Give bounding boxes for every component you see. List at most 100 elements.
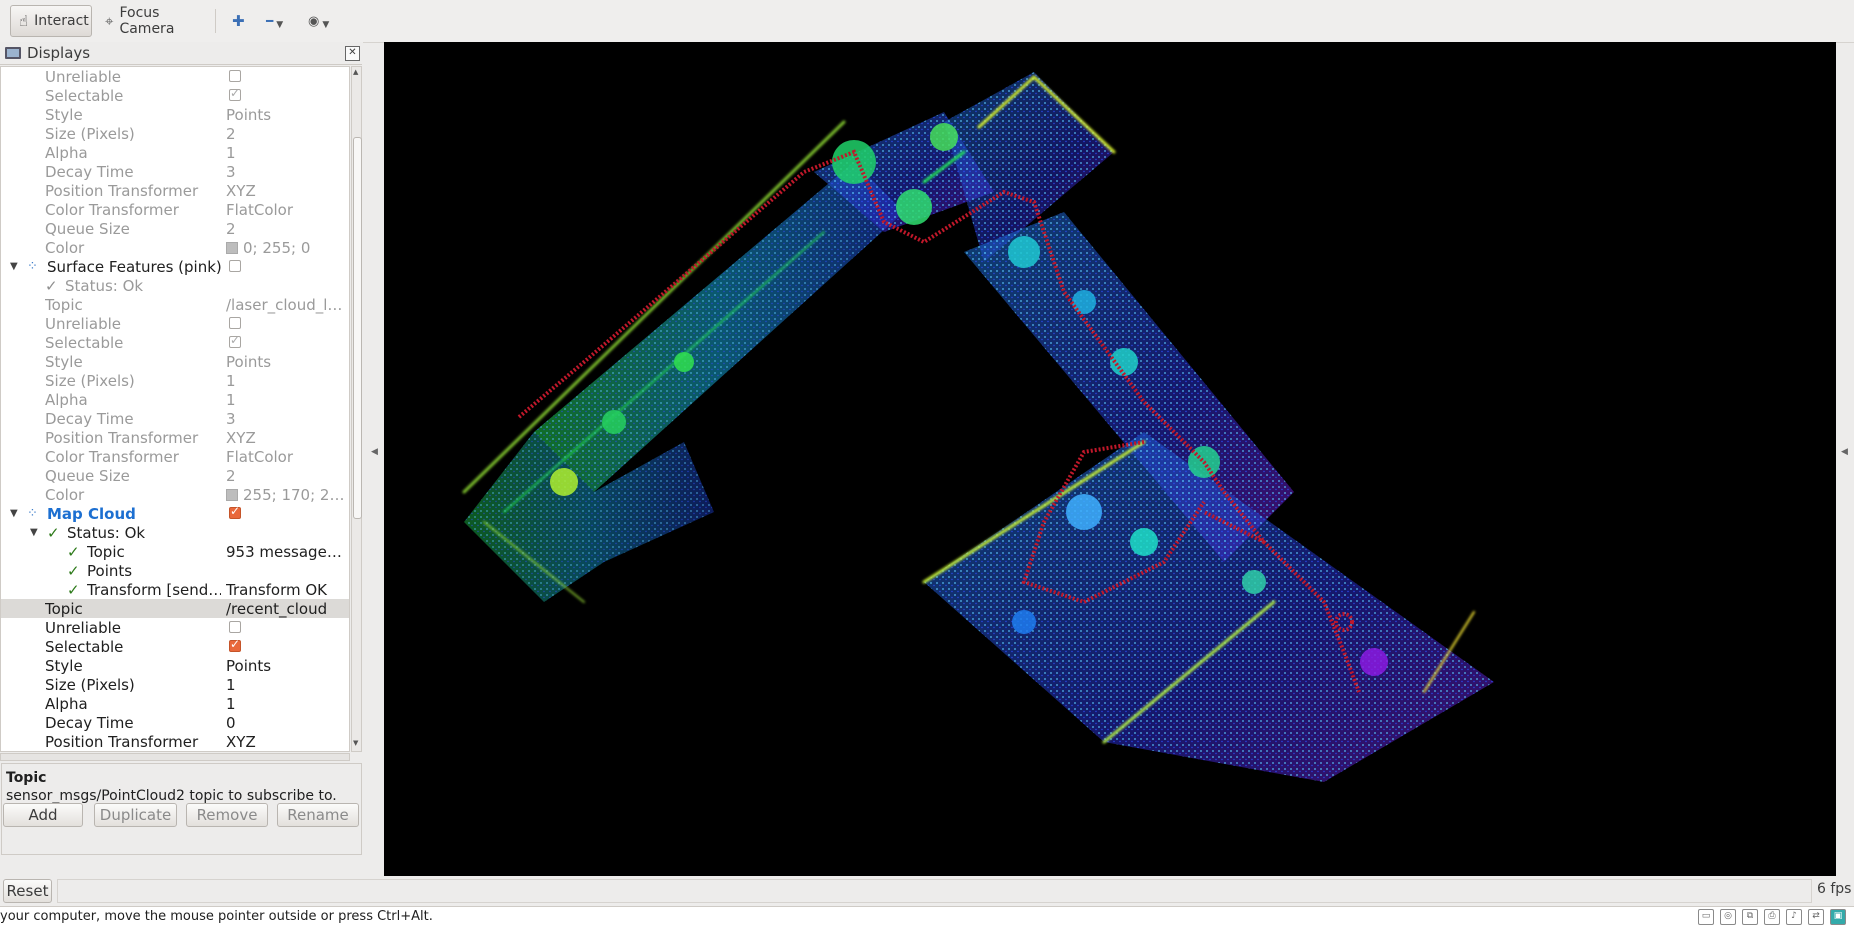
property-row[interactable]: Size (Pixels) 2 bbox=[1, 124, 349, 143]
row-value[interactable]: /recent_cloud bbox=[226, 600, 348, 618]
displays-tree-scrollbar[interactable]: ▲ ▼ bbox=[351, 66, 362, 752]
property-row[interactable]: Selectable bbox=[1, 86, 349, 105]
property-row[interactable]: Color Transformer FlatColor bbox=[1, 200, 349, 219]
view-tool-button[interactable]: ◉ ▼ bbox=[308, 10, 348, 32]
expand-arrow-icon[interactable]: ▼ bbox=[30, 527, 38, 538]
checkbox[interactable] bbox=[229, 317, 241, 329]
checkbox[interactable] bbox=[229, 260, 241, 272]
render-view[interactable] bbox=[384, 42, 1836, 876]
checkbox[interactable] bbox=[229, 637, 241, 652]
row-value[interactable]: 2 bbox=[226, 467, 348, 485]
printer-icon[interactable]: ⎙ bbox=[1764, 909, 1780, 925]
horizontal-scrollbar[interactable] bbox=[0, 753, 350, 761]
row-value[interactable]: 0; 255; 0 bbox=[226, 239, 348, 257]
row-value[interactable]: FlatColor bbox=[226, 201, 348, 219]
row-value[interactable]: 3 bbox=[226, 410, 348, 428]
audio-icon[interactable]: ♪ bbox=[1786, 909, 1802, 925]
row-label: Topic bbox=[45, 599, 83, 618]
focus-camera-button[interactable]: ⌖ Focus Camera bbox=[97, 5, 209, 37]
checkbox[interactable] bbox=[229, 70, 241, 82]
property-row[interactable]: Alpha 1 bbox=[1, 694, 349, 713]
add-display-button[interactable]: Add bbox=[3, 803, 83, 827]
row-value[interactable]: 1 bbox=[226, 676, 348, 694]
close-icon[interactable]: ✕ bbox=[345, 46, 360, 61]
scroll-down-icon[interactable]: ▼ bbox=[353, 739, 358, 747]
property-row[interactable]: Alpha 1 bbox=[1, 390, 349, 409]
property-row[interactable]: Unreliable bbox=[1, 314, 349, 333]
row-value[interactable]: XYZ bbox=[226, 733, 348, 751]
row-value[interactable]: Points bbox=[226, 657, 348, 675]
property-row[interactable]: Topic/recent_cloud bbox=[1, 599, 349, 618]
remove-tool-button[interactable]: ━ ▼ bbox=[266, 10, 306, 32]
right-splitter[interactable]: ◀ bbox=[1836, 42, 1854, 877]
expand-arrow-icon[interactable]: ▼ bbox=[10, 261, 18, 272]
row-value[interactable]: Points bbox=[226, 106, 348, 124]
property-row[interactable]: Position Transformer XYZ bbox=[1, 181, 349, 200]
row-value[interactable]: 2 bbox=[226, 125, 348, 143]
collapse-left-icon[interactable]: ◀ bbox=[371, 447, 378, 457]
checkbox[interactable] bbox=[229, 333, 241, 348]
row-value[interactable]: XYZ bbox=[226, 182, 348, 200]
display-item[interactable]: ▼ ⁘ Surface Features (pink) bbox=[1, 257, 349, 276]
row-value[interactable]: Points bbox=[226, 353, 348, 371]
status-row[interactable]: ✓ Topic 953 messages … bbox=[1, 542, 349, 561]
checkbox[interactable] bbox=[229, 86, 241, 101]
property-row[interactable]: Style Points bbox=[1, 656, 349, 675]
checkbox[interactable] bbox=[229, 504, 241, 519]
scrollbar-thumb[interactable] bbox=[353, 137, 362, 519]
property-row[interactable]: Color 0; 255; 0 bbox=[1, 238, 349, 257]
property-row[interactable]: Alpha 1 bbox=[1, 143, 349, 162]
remove-display-button[interactable]: Remove bbox=[186, 803, 268, 827]
row-value[interactable]: 3 bbox=[226, 163, 348, 181]
panel-splitter[interactable]: ◀ bbox=[364, 42, 384, 877]
network-icon[interactable]: ⧉ bbox=[1742, 909, 1758, 925]
property-row[interactable]: Unreliable bbox=[1, 67, 349, 86]
disk-icon[interactable]: ▭ bbox=[1698, 909, 1714, 925]
property-row[interactable]: Size (Pixels) 1 bbox=[1, 371, 349, 390]
collapse-right-icon[interactable]: ◀ bbox=[1841, 447, 1848, 457]
property-row[interactable]: Color Transformer FlatColor bbox=[1, 447, 349, 466]
status-row[interactable]: ✓ Transform [send… Transform OK bbox=[1, 580, 349, 599]
property-row[interactable]: Position Transformer XYZ bbox=[1, 428, 349, 447]
property-row[interactable]: Style Points bbox=[1, 105, 349, 124]
cd-icon[interactable]: ◎ bbox=[1720, 909, 1736, 925]
row-value[interactable]: Transform OK bbox=[226, 581, 348, 599]
property-row[interactable]: Selectable bbox=[1, 637, 349, 656]
checkbox[interactable] bbox=[229, 621, 241, 633]
property-row[interactable]: Selectable bbox=[1, 333, 349, 352]
status-row[interactable]: ✓ Status: Ok bbox=[1, 276, 349, 295]
scroll-up-icon[interactable]: ▲ bbox=[353, 68, 358, 76]
interact-button[interactable]: ☝ Interact bbox=[10, 5, 92, 37]
row-value[interactable]: 0 bbox=[226, 714, 348, 732]
row-value[interactable]: 1 bbox=[226, 695, 348, 713]
property-row[interactable]: Style Points bbox=[1, 352, 349, 371]
row-value[interactable]: XYZ bbox=[226, 429, 348, 447]
row-value[interactable]: 255; 170; 255 bbox=[226, 486, 348, 504]
reset-button[interactable]: Reset bbox=[3, 879, 52, 903]
display-item[interactable]: ▼ ⁘ Map Cloud bbox=[1, 504, 349, 523]
expand-arrow-icon[interactable]: ▼ bbox=[10, 508, 18, 519]
status-row[interactable]: ▼ ✓ Status: Ok bbox=[1, 523, 349, 542]
display-icon[interactable]: ▣ bbox=[1830, 909, 1846, 925]
property-row[interactable]: Color 255; 170; 255 bbox=[1, 485, 349, 504]
property-row[interactable]: Decay Time 3 bbox=[1, 162, 349, 181]
property-row[interactable]: Decay Time 0 bbox=[1, 713, 349, 732]
row-value[interactable]: 1 bbox=[226, 372, 348, 390]
status-row[interactable]: ✓ Points bbox=[1, 561, 349, 580]
property-row[interactable]: Position Transformer XYZ bbox=[1, 732, 349, 751]
property-row[interactable]: Decay Time 3 bbox=[1, 409, 349, 428]
row-value[interactable]: 953 messages … bbox=[226, 543, 348, 561]
usb-icon[interactable]: ⇄ bbox=[1808, 909, 1824, 925]
property-row[interactable]: Topic/laser_cloud_le… bbox=[1, 295, 349, 314]
rename-display-button[interactable]: Rename bbox=[277, 803, 359, 827]
property-row[interactable]: Queue Size 2 bbox=[1, 466, 349, 485]
property-row[interactable]: Size (Pixels) 1 bbox=[1, 675, 349, 694]
property-row[interactable]: Queue Size 2 bbox=[1, 219, 349, 238]
property-row[interactable]: Unreliable bbox=[1, 618, 349, 637]
row-value[interactable]: /laser_cloud_le… bbox=[226, 296, 348, 314]
row-value[interactable]: FlatColor bbox=[226, 448, 348, 466]
row-value[interactable]: 1 bbox=[226, 144, 348, 162]
row-value[interactable]: 1 bbox=[226, 391, 348, 409]
duplicate-display-button[interactable]: Duplicate bbox=[94, 803, 177, 827]
row-value[interactable]: 2 bbox=[226, 220, 348, 238]
